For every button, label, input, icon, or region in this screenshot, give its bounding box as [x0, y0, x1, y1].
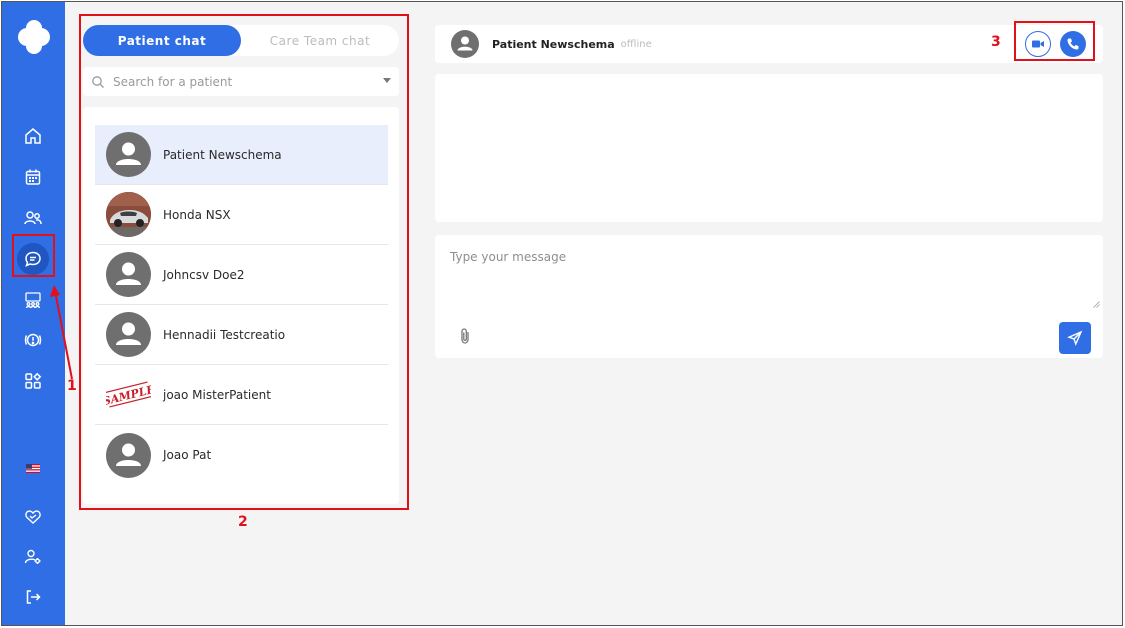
- resize-handle-icon[interactable]: [1093, 301, 1100, 308]
- patients-icon[interactable]: [18, 203, 48, 233]
- patient-list: Patient Newschema Honda NSX Johncsv Doe2…: [83, 107, 399, 504]
- annotation-arrow: [50, 285, 73, 380]
- car-photo-avatar: [106, 192, 151, 237]
- app-logo[interactable]: [15, 18, 53, 56]
- video-call-button[interactable]: [1025, 31, 1051, 57]
- send-button[interactable]: [1059, 322, 1091, 354]
- avatar: [106, 312, 151, 357]
- avatar: [451, 30, 479, 58]
- message-area: [435, 74, 1103, 222]
- annotation-number: 2: [238, 514, 248, 530]
- chat-icon[interactable]: [17, 243, 49, 275]
- phone-icon: [1067, 38, 1079, 50]
- chat-header: Patient Newschema offline: [435, 25, 1103, 63]
- status-badge: offline: [620, 38, 652, 50]
- tab-patient-chat[interactable]: Patient chat: [83, 25, 241, 56]
- chat-tabs: Patient chat Care Team chat: [83, 25, 399, 56]
- patient-search: [83, 67, 399, 96]
- logout-icon[interactable]: [18, 582, 48, 612]
- video-camera-icon: [1032, 40, 1044, 48]
- search-input[interactable]: [113, 74, 363, 89]
- patient-name: Joao Pat: [163, 448, 212, 462]
- alerts-icon[interactable]: [18, 325, 48, 355]
- message-input[interactable]: [450, 250, 1095, 310]
- list-item[interactable]: SAMPLE joao MisterPatient: [95, 365, 388, 425]
- list-item[interactable]: Joao Pat: [95, 425, 388, 485]
- patient-name: Honda NSX: [163, 207, 231, 222]
- list-item[interactable]: Hennadii Testcreatio: [95, 305, 388, 365]
- care-team-icon[interactable]: [18, 285, 48, 315]
- audio-call-button[interactable]: [1060, 31, 1086, 57]
- list-item[interactable]: Johncsv Doe2: [95, 245, 388, 305]
- app-frame: Patient chat Care Team chat Patient News…: [1, 1, 1123, 626]
- message-composer: [435, 235, 1103, 358]
- list-item[interactable]: Honda NSX: [95, 185, 388, 245]
- avatar: [106, 132, 151, 177]
- patient-name: joao MisterPatient: [163, 387, 271, 402]
- avatar: [106, 432, 151, 478]
- chevron-down-icon[interactable]: [383, 78, 391, 83]
- annotation-number: 1: [67, 378, 77, 394]
- user-settings-icon[interactable]: [18, 542, 48, 572]
- patient-name: Johncsv Doe2: [163, 267, 245, 282]
- annotation-number: 3: [991, 34, 1001, 50]
- patient-name: Hennadii Testcreatio: [163, 327, 286, 342]
- apps-icon[interactable]: [18, 366, 48, 396]
- home-icon[interactable]: [18, 121, 48, 151]
- us-flag-icon[interactable]: [18, 453, 48, 483]
- search-icon: [91, 75, 105, 89]
- tab-care-team-chat[interactable]: Care Team chat: [241, 25, 399, 56]
- sample-stamp-avatar: SAMPLE: [106, 372, 151, 417]
- calendar-icon[interactable]: [18, 162, 48, 192]
- support-icon[interactable]: [18, 502, 48, 532]
- send-icon: [1067, 330, 1083, 346]
- avatar: [106, 252, 151, 297]
- list-item[interactable]: Patient Newschema: [95, 125, 388, 185]
- paperclip-icon[interactable]: [458, 327, 472, 345]
- chat-patient-name: Patient Newschema: [492, 37, 615, 51]
- patient-name: Patient Newschema: [163, 147, 282, 162]
